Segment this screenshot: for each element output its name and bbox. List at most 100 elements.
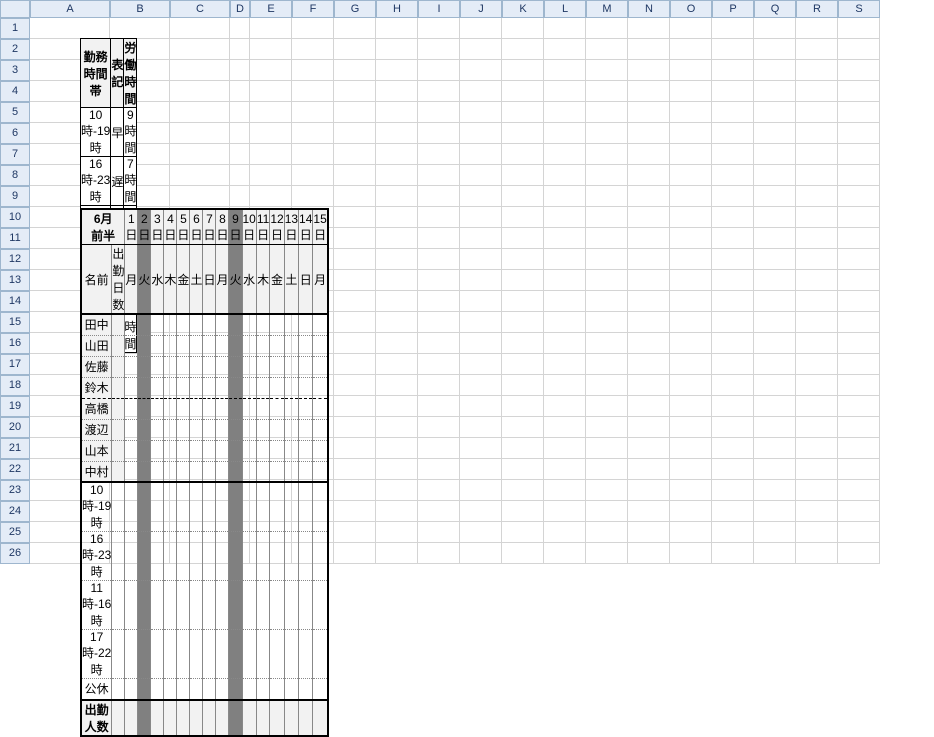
cell[interactable] <box>670 207 712 228</box>
time-slot-cell[interactable] <box>270 581 284 630</box>
weekday-header[interactable]: 日 <box>203 245 216 315</box>
schedule-cell[interactable] <box>299 335 313 356</box>
schedule-cell[interactable] <box>177 419 190 440</box>
schedule-cell[interactable] <box>164 398 177 419</box>
cell[interactable] <box>838 396 880 417</box>
cell[interactable] <box>796 375 838 396</box>
cell[interactable] <box>586 39 628 60</box>
day-header[interactable]: 9日 <box>229 209 242 245</box>
cell[interactable] <box>796 102 838 123</box>
time-slot-cell[interactable] <box>177 679 190 700</box>
cell[interactable] <box>544 354 586 375</box>
attendance-days[interactable] <box>112 440 125 461</box>
cell[interactable] <box>376 249 418 270</box>
column-header-C[interactable]: C <box>170 0 230 18</box>
cell[interactable] <box>502 144 544 165</box>
time-slot-cell[interactable] <box>229 679 242 700</box>
column-header-L[interactable]: L <box>544 0 586 18</box>
cell[interactable] <box>712 417 754 438</box>
schedule-cell[interactable] <box>151 335 164 356</box>
cell[interactable] <box>292 18 334 39</box>
cell[interactable] <box>796 291 838 312</box>
total-cell[interactable] <box>125 700 138 736</box>
total-cell[interactable] <box>284 700 298 736</box>
time-slot-cell[interactable] <box>270 532 284 581</box>
employee-name[interactable]: 鈴木 <box>81 377 112 398</box>
cell[interactable] <box>838 123 880 144</box>
schedule-cell[interactable] <box>138 356 151 377</box>
cell[interactable] <box>754 312 796 333</box>
cell[interactable] <box>754 39 796 60</box>
cell[interactable] <box>502 228 544 249</box>
cell[interactable] <box>628 459 670 480</box>
cell[interactable] <box>460 480 502 501</box>
time-slot-count[interactable] <box>112 532 125 581</box>
time-slot-cell[interactable] <box>164 482 177 532</box>
cell[interactable] <box>460 102 502 123</box>
schedule-cell[interactable] <box>177 314 190 335</box>
schedule-cell[interactable] <box>164 377 177 398</box>
day-header[interactable]: 4日 <box>164 209 177 245</box>
cell[interactable] <box>712 333 754 354</box>
schedule-cell[interactable] <box>177 377 190 398</box>
legend-time[interactable]: 16時-23時 <box>81 157 111 206</box>
cell[interactable] <box>628 144 670 165</box>
legend-mark[interactable]: 早 <box>111 108 124 157</box>
cell[interactable] <box>712 438 754 459</box>
cell[interactable] <box>586 60 628 81</box>
employee-name[interactable]: 佐藤 <box>81 356 112 377</box>
legend-hours[interactable]: 9時間 <box>124 108 137 157</box>
schedule-cell[interactable] <box>229 356 242 377</box>
cell[interactable] <box>460 207 502 228</box>
cell[interactable] <box>544 375 586 396</box>
schedule-cell[interactable] <box>299 419 313 440</box>
column-header-H[interactable]: H <box>376 0 418 18</box>
schedule-cell[interactable] <box>299 461 313 482</box>
schedule-cell[interactable] <box>190 335 203 356</box>
cell[interactable] <box>418 102 460 123</box>
cell[interactable] <box>502 417 544 438</box>
time-slot-cell[interactable] <box>242 679 256 700</box>
cell[interactable] <box>544 249 586 270</box>
time-slot-cell[interactable] <box>177 581 190 630</box>
schedule-cell[interactable] <box>151 356 164 377</box>
schedule-cell[interactable] <box>190 314 203 335</box>
cell[interactable] <box>586 354 628 375</box>
total-count[interactable] <box>112 700 125 736</box>
attendance-days[interactable] <box>112 335 125 356</box>
schedule-cell[interactable] <box>313 440 328 461</box>
cell[interactable] <box>796 438 838 459</box>
cell[interactable] <box>586 480 628 501</box>
cell[interactable] <box>418 459 460 480</box>
schedule-cell[interactable] <box>203 419 216 440</box>
cell[interactable] <box>250 81 292 102</box>
schedule-cell[interactable] <box>229 335 242 356</box>
total-cell[interactable] <box>203 700 216 736</box>
cell[interactable] <box>376 522 418 543</box>
cell[interactable] <box>376 186 418 207</box>
day-header[interactable]: 3日 <box>151 209 164 245</box>
cell[interactable] <box>334 60 376 81</box>
cell[interactable] <box>754 417 796 438</box>
weekday-header[interactable]: 木 <box>164 245 177 315</box>
employee-name[interactable]: 田中 <box>81 314 112 335</box>
employee-name[interactable]: 山田 <box>81 335 112 356</box>
time-slot-cell[interactable] <box>138 532 151 581</box>
time-slot-cell[interactable] <box>242 581 256 630</box>
cell[interactable] <box>460 312 502 333</box>
cell[interactable] <box>418 396 460 417</box>
row-header-7[interactable]: 7 <box>0 144 30 165</box>
cell[interactable] <box>796 186 838 207</box>
cell[interactable] <box>586 165 628 186</box>
total-cell[interactable] <box>242 700 256 736</box>
cell[interactable] <box>712 375 754 396</box>
cell[interactable] <box>230 186 250 207</box>
day-header[interactable]: 14日 <box>299 209 313 245</box>
cell[interactable] <box>754 291 796 312</box>
cell[interactable] <box>796 270 838 291</box>
time-slot-cell[interactable] <box>256 630 269 679</box>
cell[interactable] <box>628 396 670 417</box>
cell[interactable] <box>544 459 586 480</box>
time-slot-cell[interactable] <box>229 482 242 532</box>
cell[interactable] <box>754 333 796 354</box>
